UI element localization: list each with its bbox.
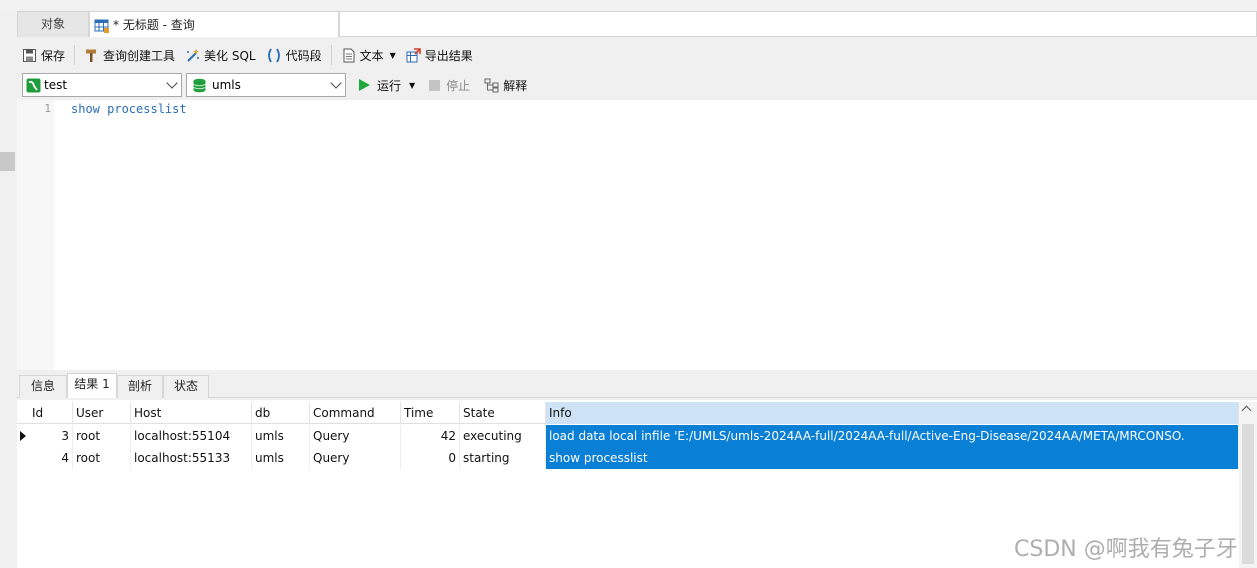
explain-label: 解释	[503, 78, 528, 93]
tab-info[interactable]: 信息	[19, 375, 67, 398]
tab-profile[interactable]: 剖析	[117, 375, 163, 398]
column-header-time[interactable]: Time	[401, 402, 460, 424]
cell-db[interactable]: umls	[252, 425, 310, 447]
document-icon	[341, 48, 356, 63]
cell-state[interactable]: executing	[460, 425, 546, 447]
cell-id[interactable]: 3	[29, 425, 73, 447]
result-tab-bar: 信息 结果 1 剖析 状态	[17, 373, 1257, 398]
sql-editor[interactable]: 1 show processlist	[17, 100, 1257, 370]
stop-button[interactable]: 停止	[424, 73, 475, 97]
save-icon	[22, 48, 37, 63]
toolbar-separator	[74, 45, 76, 65]
column-header-info[interactable]: Info	[546, 402, 1239, 424]
chevron-down-icon	[166, 77, 178, 89]
beautify-sql-button[interactable]: 美化 SQL	[180, 43, 261, 67]
stop-label: 停止	[446, 78, 471, 93]
tab-result-1[interactable]: 结果 1	[67, 373, 117, 398]
cell-state[interactable]: starting	[460, 447, 546, 469]
stop-icon	[429, 79, 441, 91]
column-header-state[interactable]: State	[460, 402, 546, 424]
cell-db[interactable]: umls	[252, 447, 310, 469]
dropdown-arrow-icon: ▼	[409, 80, 416, 90]
cell-info[interactable]: load data local infile 'E:/UMLS/umls-202…	[546, 425, 1239, 447]
tab-objects[interactable]: 对象	[17, 11, 89, 37]
menu-strip-cropped	[0, 0, 1257, 10]
cell-command[interactable]: Query	[310, 425, 401, 447]
export-icon	[406, 47, 421, 63]
text-mode-button[interactable]: 文本 ▼	[336, 43, 401, 67]
cell-id[interactable]: 4	[29, 447, 73, 469]
save-button[interactable]: 保存	[17, 43, 70, 67]
query-builder-button[interactable]: 查询创建工具	[79, 43, 180, 67]
run-toolbar: test umls 运行 ▼ 停止 解释	[17, 71, 1257, 99]
column-header-db[interactable]: db	[252, 402, 310, 424]
cell-host[interactable]: localhost:55133	[131, 447, 252, 469]
database-value: umls	[212, 78, 241, 92]
cell-time[interactable]: 42	[401, 425, 460, 447]
scroll-up-arrow-icon[interactable]	[1241, 405, 1252, 416]
hammer-icon	[84, 48, 99, 63]
cell-info[interactable]: show processlist	[546, 447, 1239, 469]
explain-button[interactable]: 解释	[479, 73, 532, 97]
run-label: 运行	[377, 78, 402, 93]
parentheses-icon	[266, 48, 282, 63]
tab-query-label: * 无标题 - 查询	[113, 17, 195, 32]
dropdown-arrow-icon: ▼	[389, 50, 396, 60]
left-panel-handle[interactable]	[0, 152, 15, 171]
run-button[interactable]: 运行 ▼	[354, 73, 420, 97]
cell-time[interactable]: 0	[401, 447, 460, 469]
column-header-id[interactable]: Id	[29, 402, 73, 424]
cell-user[interactable]: root	[73, 447, 131, 469]
cell-host[interactable]: localhost:55104	[131, 425, 252, 447]
query-table-icon	[94, 17, 109, 33]
database-icon	[192, 78, 207, 93]
chevron-down-icon	[330, 77, 342, 89]
cell-command[interactable]: Query	[310, 447, 401, 469]
cell-user[interactable]: root	[73, 425, 131, 447]
query-toolbar: 保存 查询创建工具 美化 SQL 代码段 文本 ▼ 导出结果	[17, 40, 1257, 70]
tab-query[interactable]: * 无标题 - 查询	[89, 11, 339, 37]
save-label: 保存	[41, 48, 66, 63]
database-select[interactable]: umls	[186, 73, 346, 97]
snippet-button[interactable]: 代码段	[261, 43, 327, 67]
text-mode-label: 文本	[359, 48, 384, 63]
magic-wand-icon	[185, 48, 200, 63]
toolbar-separator	[330, 45, 332, 65]
table-row[interactable]: 3 root localhost:55104 umls Query 42 exe…	[17, 425, 1239, 447]
table-row[interactable]: 4 root localhost:55133 umls Query 0 star…	[17, 447, 1239, 469]
scrollbar-thumb[interactable]	[1242, 424, 1254, 564]
export-result-button[interactable]: 导出结果	[401, 43, 478, 67]
column-header-command[interactable]: Command	[310, 402, 401, 424]
connection-select[interactable]: test	[22, 73, 182, 97]
column-header-host[interactable]: Host	[131, 402, 252, 424]
tab-bar-empty	[339, 11, 1257, 37]
document-tab-bar: 对象 * 无标题 - 查询	[17, 10, 1257, 37]
query-builder-label: 查询创建工具	[103, 48, 176, 63]
vertical-scrollbar[interactable]	[1239, 402, 1257, 568]
explain-icon	[484, 78, 499, 93]
line-number: 1	[44, 102, 51, 115]
sql-code-line[interactable]: show processlist	[71, 102, 187, 116]
grid-header: Id User Host db Command Time State Info	[17, 402, 1239, 424]
tab-status[interactable]: 状态	[163, 375, 209, 398]
export-result-label: 导出结果	[424, 48, 473, 63]
column-header-user[interactable]: User	[73, 402, 131, 424]
play-icon	[359, 79, 370, 91]
current-row-indicator-icon	[20, 431, 26, 441]
connection-icon	[26, 78, 41, 93]
beautify-sql-label: 美化 SQL	[204, 48, 256, 63]
watermark: CSDN @啊我有兔子牙	[1014, 537, 1238, 562]
connection-value: test	[44, 78, 68, 92]
line-gutter: 1	[17, 100, 54, 370]
snippet-label: 代码段	[285, 48, 322, 63]
